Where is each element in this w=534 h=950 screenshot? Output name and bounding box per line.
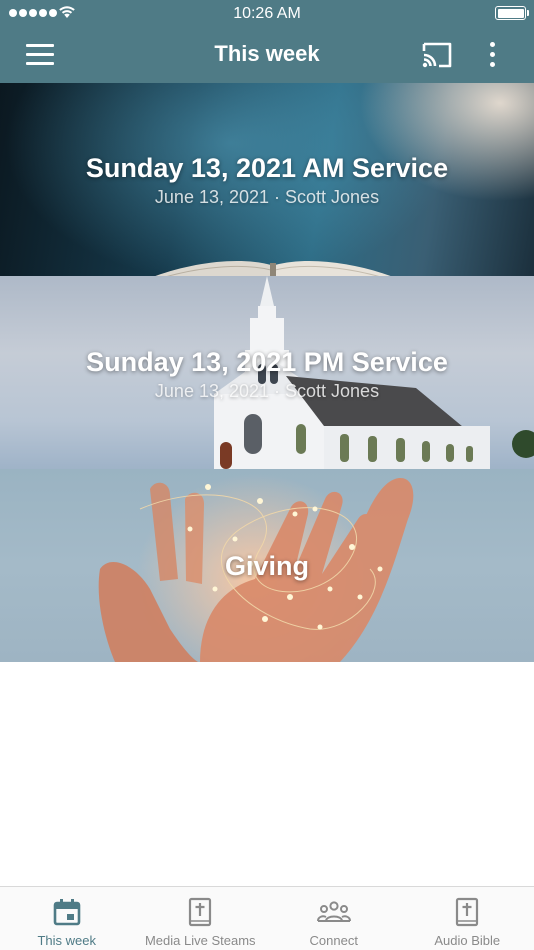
bible-icon bbox=[189, 897, 212, 927]
tab-connect[interactable]: Connect bbox=[267, 887, 401, 950]
tab-audio-bible[interactable]: Audio Bible bbox=[401, 887, 534, 950]
more-vertical-icon[interactable] bbox=[480, 38, 506, 72]
status-time: 10:26 AM bbox=[233, 5, 301, 22]
card-title: Sunday 13, 2021 PM Service bbox=[86, 347, 448, 377]
hamburger-menu-icon[interactable] bbox=[24, 40, 58, 70]
screen: 10:26 AM This week Sunday 13, 2021 AM Se… bbox=[0, 0, 534, 950]
group-icon bbox=[316, 901, 351, 922]
content-list: Sunday 13, 2021 AM Service June 13, 2021… bbox=[0, 83, 534, 662]
sermon-card-am[interactable]: Sunday 13, 2021 AM Service June 13, 2021… bbox=[0, 83, 534, 276]
card-subtitle: June 13, 2021 · Scott Jones bbox=[154, 187, 380, 207]
card-subtitle: June 13, 2021 · Scott Jones bbox=[154, 381, 380, 401]
calendar-icon bbox=[53, 899, 81, 926]
open-bible-image bbox=[155, 261, 391, 276]
tab-label: This week bbox=[37, 933, 97, 948]
sermon-card-pm[interactable]: Sunday 13, 2021 PM Service June 13, 2021… bbox=[0, 276, 534, 469]
battery-icon bbox=[495, 6, 529, 20]
giving-card[interactable]: Giving bbox=[0, 469, 534, 662]
bottom-tab-bar: This week Media Live Steams Connect Audi… bbox=[0, 886, 534, 950]
app-bar: This week bbox=[0, 28, 534, 83]
card-title: Sunday 13, 2021 AM Service bbox=[85, 153, 449, 183]
card-title: Giving bbox=[224, 551, 309, 581]
tab-media-live-steams[interactable]: Media Live Steams bbox=[134, 887, 268, 950]
tab-label: Connect bbox=[309, 933, 358, 948]
status-bar: 10:26 AM bbox=[0, 0, 534, 28]
tab-this-week[interactable]: This week bbox=[0, 887, 134, 950]
tab-label: Audio Bible bbox=[434, 933, 501, 948]
cast-icon[interactable] bbox=[420, 40, 454, 70]
tab-label: Media Live Steams bbox=[144, 933, 256, 948]
bible-icon bbox=[456, 897, 479, 927]
